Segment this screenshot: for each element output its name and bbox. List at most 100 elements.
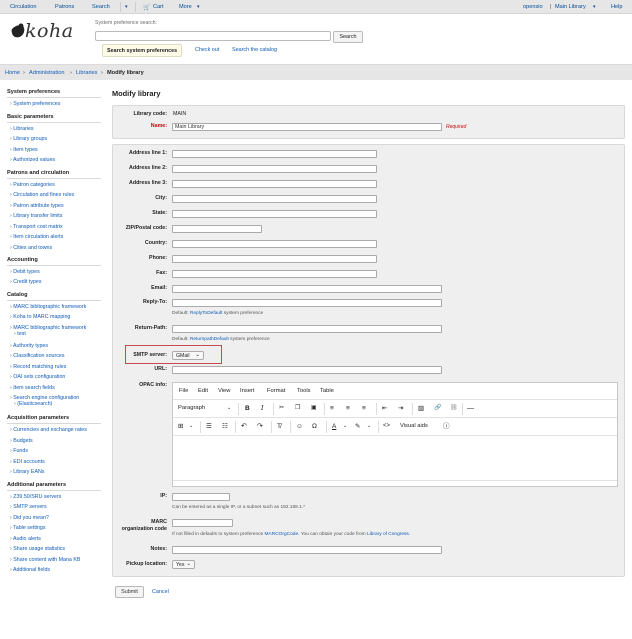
editor-menu-edit[interactable]: Edit: [198, 388, 208, 394]
numbered-list-icon[interactable]: ☷: [222, 423, 228, 430]
returnpath-input[interactable]: [172, 325, 442, 333]
sidebar-item[interactable]: Currencies and exchange rates: [10, 427, 87, 433]
outdent-icon[interactable]: ⇤: [382, 405, 387, 412]
tab-search-system-preferences[interactable]: Search system preferences: [102, 44, 183, 57]
nav-library[interactable]: Main Library: [555, 4, 586, 10]
search-button[interactable]: Search: [333, 31, 363, 43]
library-of-congress-link[interactable]: Library of Congress: [367, 532, 409, 537]
special-character-icon[interactable]: Ω: [312, 423, 317, 430]
sidebar-item[interactable]: Credit types: [10, 279, 41, 285]
sidebar-item[interactable]: System preferences: [10, 101, 60, 107]
sidebar-item[interactable]: Patron attribute types: [10, 203, 63, 209]
editor-menu-tools[interactable]: Tools: [297, 388, 311, 394]
bullet-list-icon[interactable]: ☰: [206, 423, 212, 430]
chevron-down-icon[interactable]: ⌄: [343, 423, 347, 430]
address3-input[interactable]: [172, 180, 377, 188]
address2-input[interactable]: [172, 165, 377, 173]
marc-org-code-link[interactable]: MARCOrgCode: [265, 532, 299, 537]
cut-icon[interactable]: ✂: [279, 405, 284, 412]
sidebar-item[interactable]: Library groups: [10, 136, 47, 142]
ip-input[interactable]: [172, 493, 230, 501]
help-icon[interactable]: ⓘ: [443, 423, 450, 430]
smtp-server-select[interactable]: GMail: [172, 351, 204, 360]
breadcrumb-administration[interactable]: Administration: [29, 70, 64, 76]
copy-icon[interactable]: ❐: [295, 405, 300, 412]
nav-patrons[interactable]: Patrons: [55, 4, 74, 10]
url-input[interactable]: [172, 366, 442, 374]
sidebar-item[interactable]: Authorized values: [10, 157, 55, 163]
nav-search[interactable]: Search: [92, 4, 110, 10]
sidebar-item[interactable]: Share usage statistics: [10, 546, 65, 552]
breadcrumb-libraries[interactable]: Libraries: [76, 70, 97, 76]
nav-circulation[interactable]: Circulation: [10, 4, 36, 10]
replyto-default-link[interactable]: ReplyToDefault: [190, 311, 223, 316]
sidebar-item[interactable]: Audio alerts: [10, 536, 41, 542]
sidebar-item[interactable]: Library EANs: [10, 469, 44, 475]
tab-search-catalog[interactable]: Search the catalog: [232, 44, 277, 57]
cart-icon[interactable]: 🛒: [143, 4, 150, 11]
editor-menu-insert[interactable]: Insert: [240, 388, 255, 394]
emoticon-icon[interactable]: ☺: [296, 423, 303, 430]
sidebar-item[interactable]: Item search fields: [10, 385, 55, 391]
sidebar-item[interactable]: SMTP servers: [10, 504, 46, 510]
search-input[interactable]: [95, 31, 331, 41]
editor-menu-table[interactable]: Table: [320, 388, 334, 394]
unlink-icon[interactable]: ⛓: [450, 405, 458, 412]
replyto-input[interactable]: [172, 299, 442, 307]
sidebar-item[interactable]: OAI sets configuration: [10, 374, 65, 380]
sidebar-item[interactable]: MARC bibliographic framework: [10, 304, 86, 310]
redo-icon[interactable]: ↷: [257, 423, 263, 430]
sidebar-item[interactable]: Koha to MARC mapping: [10, 314, 70, 320]
sidebar-item[interactable]: Libraries: [10, 126, 33, 132]
sidebar-item[interactable]: Transport cost matrix: [10, 224, 63, 230]
sidebar-item[interactable]: EDI accounts: [10, 459, 45, 465]
sidebar-item[interactable]: Library transfer limits: [10, 213, 62, 219]
notes-input[interactable]: [172, 546, 442, 554]
tab-check-out[interactable]: Check out: [195, 44, 219, 57]
pickup-location-select[interactable]: Yes: [172, 560, 195, 569]
opac-info-editor[interactable]: File Edit View Insert Format Tools Table…: [172, 382, 618, 487]
nav-more[interactable]: More: [179, 4, 192, 10]
sidebar-item[interactable]: Item types: [10, 147, 37, 153]
breadcrumb-home[interactable]: Home: [5, 70, 20, 76]
chevron-down-icon[interactable]: ⌄: [189, 423, 193, 430]
link-icon[interactable]: 🔗: [434, 405, 441, 412]
block-format-select[interactable]: Paragraph: [178, 405, 205, 411]
nav-user[interactable]: opensio: [523, 4, 543, 10]
returnpath-default-link[interactable]: ReturnpathDefault: [190, 337, 229, 342]
sidebar-item-continued[interactable]: test: [14, 331, 26, 337]
sidebar-item[interactable]: Record matching rules: [10, 364, 66, 370]
sidebar-item[interactable]: Classification sources: [10, 353, 64, 359]
text-color-icon[interactable]: A: [332, 423, 336, 430]
cancel-link[interactable]: Cancel: [152, 589, 169, 595]
image-icon[interactable]: ▨: [418, 405, 424, 412]
sidebar-item[interactable]: Table settings: [10, 525, 45, 531]
sidebar-item[interactable]: Funds: [10, 448, 28, 454]
chevron-down-icon[interactable]: ▾: [593, 4, 596, 10]
sidebar-item[interactable]: Circulation and fines rules: [10, 192, 74, 198]
chevron-down-icon[interactable]: ▾: [125, 4, 128, 10]
city-input[interactable]: [172, 195, 377, 203]
horizontal-rule-icon[interactable]: —: [467, 405, 474, 412]
align-left-icon[interactable]: ≡: [330, 405, 334, 412]
zip-input[interactable]: [172, 225, 262, 233]
sidebar-item[interactable]: Share content with Mana KB: [10, 557, 80, 563]
fax-input[interactable]: [172, 270, 377, 278]
paste-icon[interactable]: ▣: [311, 405, 317, 412]
marc-org-code-input[interactable]: [172, 519, 233, 527]
clear-formatting-icon[interactable]: T̸: [277, 423, 281, 430]
bold-icon[interactable]: B: [245, 405, 250, 412]
sidebar-item[interactable]: Cities and towns: [10, 245, 52, 251]
nav-cart[interactable]: Cart: [153, 4, 164, 10]
state-input[interactable]: [172, 210, 377, 218]
country-input[interactable]: [172, 240, 377, 248]
editor-content-area[interactable]: [173, 435, 617, 480]
chevron-down-icon[interactable]: ⌄: [227, 405, 231, 412]
italic-icon[interactable]: I: [261, 405, 264, 412]
indent-icon[interactable]: ⇥: [398, 405, 403, 412]
visual-aids-button[interactable]: Visual aids: [400, 423, 428, 429]
sidebar-item[interactable]: Did you mean?: [10, 515, 49, 521]
align-right-icon[interactable]: ≡: [362, 405, 366, 412]
sidebar-item[interactable]: Z39.50/SRU servers: [10, 494, 61, 500]
editor-menu-format[interactable]: Format: [267, 388, 285, 394]
